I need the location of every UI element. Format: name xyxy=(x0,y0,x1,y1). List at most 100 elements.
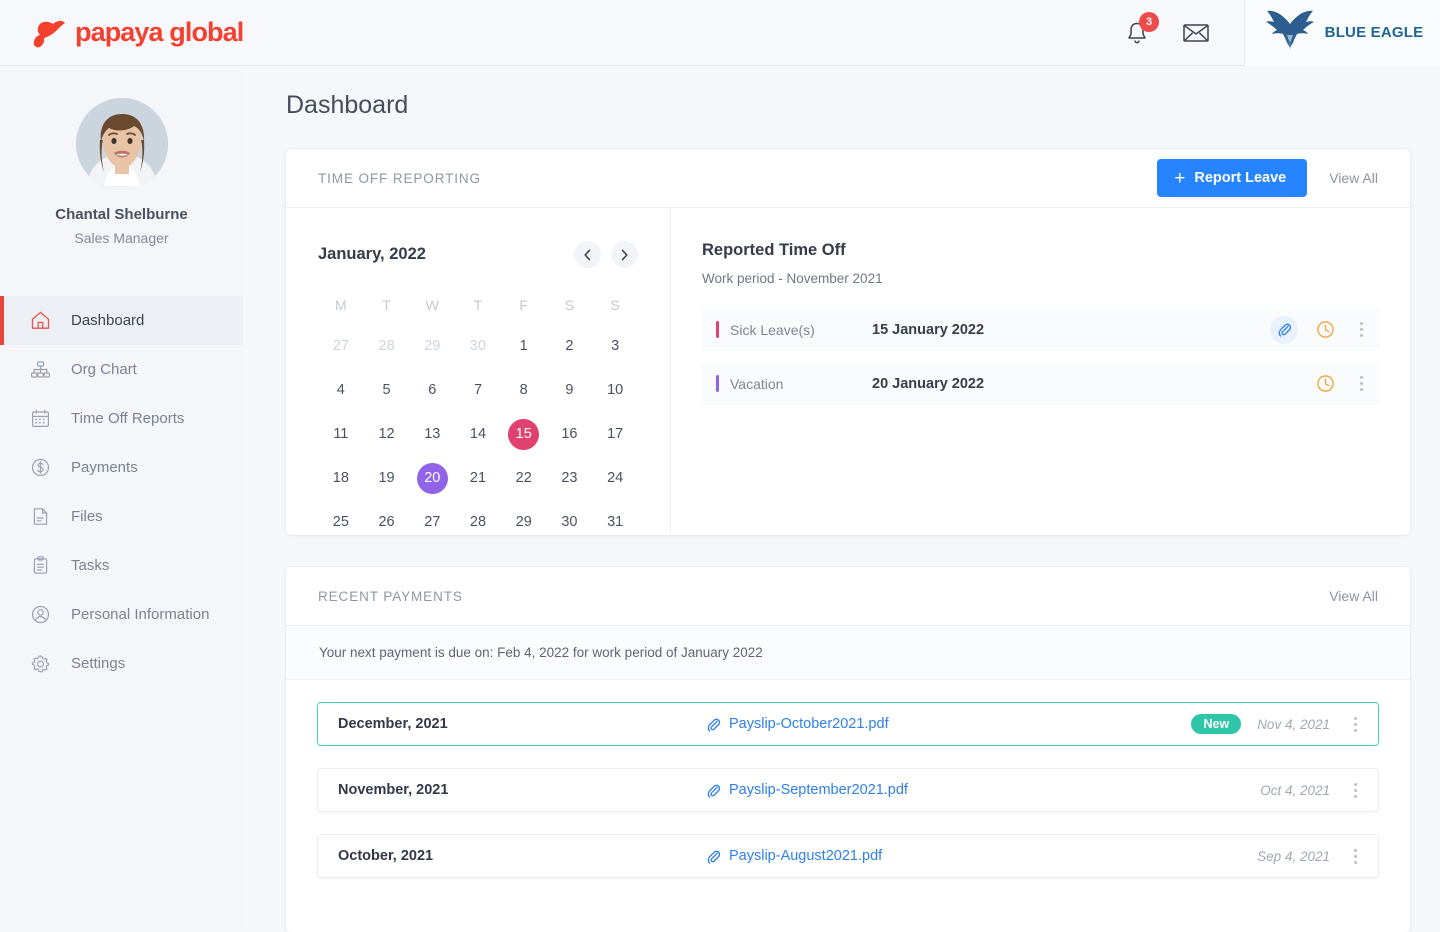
calendar-day-number: 7 xyxy=(462,375,493,406)
leave-date: 15 January 2022 xyxy=(872,322,984,338)
sidebar-item-personal-information[interactable]: Personal Information xyxy=(0,590,243,639)
dollar-coin-icon xyxy=(30,457,51,478)
calendar-day-number: 26 xyxy=(371,507,402,538)
notifications-button[interactable]: 3 xyxy=(1122,18,1152,48)
calendar-day-of-week: T xyxy=(455,290,501,320)
kebab-menu-icon[interactable] xyxy=(1346,779,1364,801)
calendar-next-button[interactable] xyxy=(611,241,638,268)
calendar-day-of-week: W xyxy=(409,290,455,320)
calendar-day[interactable]: 24 xyxy=(592,460,638,496)
calendar-day[interactable]: 28 xyxy=(364,328,410,364)
calendar-day[interactable]: 23 xyxy=(547,460,593,496)
reported-time-off-row[interactable]: Sick Leave(s)15 January 2022 xyxy=(702,308,1380,351)
sidebar-item-tasks[interactable]: Tasks xyxy=(0,541,243,590)
calendar-day[interactable]: 12 xyxy=(364,416,410,452)
calendar-day-number: 4 xyxy=(325,375,356,406)
calendar-day[interactable]: 16 xyxy=(547,416,593,452)
calendar-day[interactable]: 9 xyxy=(547,372,593,408)
calendar-day[interactable]: 25 xyxy=(318,504,364,540)
calendar-day[interactable]: 27 xyxy=(409,504,455,540)
kebab-menu-icon[interactable] xyxy=(1352,319,1370,341)
calendar-day[interactable]: 13 xyxy=(409,416,455,452)
calendar-day[interactable]: 27 xyxy=(318,328,364,364)
calendar-day[interactable]: 8 xyxy=(501,372,547,408)
calendar-day[interactable]: 28 xyxy=(455,504,501,540)
sidebar-item-payments[interactable]: Payments xyxy=(0,443,243,492)
payment-row[interactable]: October, 2021Payslip-August2021.pdfSep 4… xyxy=(317,834,1379,878)
calendar-day[interactable]: 7 xyxy=(455,372,501,408)
payment-row-meta: Sep 4, 2021 xyxy=(1257,845,1364,867)
calendar-day[interactable]: 30 xyxy=(455,328,501,364)
reported-time-off-row[interactable]: Vacation20 January 2022 xyxy=(702,362,1380,405)
messages-button[interactable] xyxy=(1182,19,1210,47)
calendar-day[interactable]: 2 xyxy=(547,328,593,364)
calendar-day[interactable]: 26 xyxy=(364,504,410,540)
calendar-day-number: 28 xyxy=(371,331,402,362)
calendar-day[interactable]: 20 xyxy=(409,460,455,496)
page-title: Dashboard xyxy=(286,91,1440,120)
calendar-day-number: 6 xyxy=(417,375,448,406)
calendar-day[interactable]: 11 xyxy=(318,416,364,452)
pending-status-button[interactable] xyxy=(1314,319,1336,341)
calendar-day[interactable]: 5 xyxy=(364,372,410,408)
reported-row-actions xyxy=(1270,316,1370,344)
calendar-day-number: 29 xyxy=(508,507,539,538)
calendar-day[interactable]: 22 xyxy=(501,460,547,496)
calendar-day-number: 30 xyxy=(462,331,493,362)
tenant-logo[interactable]: BLUE EAGLE xyxy=(1244,0,1440,66)
papaya-global-logo[interactable]: papaya global xyxy=(32,17,243,48)
calendar-day-number: 19 xyxy=(371,463,402,494)
calendar-day[interactable]: 6 xyxy=(409,372,455,408)
calendar-prev-button[interactable] xyxy=(574,241,601,268)
kebab-menu-icon[interactable] xyxy=(1352,373,1370,395)
time-off-body: January, 2022 M xyxy=(286,208,1410,535)
calendar-day[interactable]: 15 xyxy=(501,416,547,452)
payslip-link[interactable]: Payslip-October2021.pdf xyxy=(706,716,889,732)
calendar-day[interactable]: 14 xyxy=(455,416,501,452)
calendar-day-number: 30 xyxy=(554,507,585,538)
calendar-day[interactable]: 29 xyxy=(409,328,455,364)
kebab-menu-icon[interactable] xyxy=(1346,845,1364,867)
report-leave-button[interactable]: + Report Leave xyxy=(1157,159,1307,197)
attachment-button[interactable] xyxy=(1270,316,1298,344)
payslip-link[interactable]: Payslip-September2021.pdf xyxy=(706,782,908,798)
avatar[interactable] xyxy=(76,98,168,190)
calendar-day[interactable]: 1 xyxy=(501,328,547,364)
payments-card-header: RECENT PAYMENTS View All xyxy=(286,567,1410,626)
calendar-day[interactable]: 19 xyxy=(364,460,410,496)
sidebar-item-org-chart[interactable]: Org Chart xyxy=(0,345,243,394)
kebab-menu-icon[interactable] xyxy=(1346,713,1364,735)
calendar-day-number: 3 xyxy=(600,331,631,362)
calendar-day[interactable]: 4 xyxy=(318,372,364,408)
calendar-day[interactable]: 31 xyxy=(592,504,638,540)
calendar-day[interactable]: 29 xyxy=(501,504,547,540)
sidebar-item-label: Dashboard xyxy=(71,312,144,329)
pending-status-button[interactable] xyxy=(1314,373,1336,395)
time-off-view-all-link[interactable]: View All xyxy=(1329,170,1378,186)
brand-name: papaya global xyxy=(75,17,243,48)
sidebar-item-time-off-reports[interactable]: Time Off Reports xyxy=(0,394,243,443)
calendar-day[interactable]: 30 xyxy=(547,504,593,540)
payment-row[interactable]: November, 2021Payslip-September2021.pdfO… xyxy=(317,768,1379,812)
sidebar-item-dashboard[interactable]: Dashboard xyxy=(0,296,243,345)
leave-type-color-bar xyxy=(716,375,719,392)
payment-row[interactable]: December, 2021Payslip-October2021.pdfNew… xyxy=(317,702,1379,746)
calendar-day[interactable]: 10 xyxy=(592,372,638,408)
reported-time-off-title: Reported Time Off xyxy=(702,241,1380,260)
payments-view-all-link[interactable]: View All xyxy=(1329,588,1378,604)
payslip-link[interactable]: Payslip-August2021.pdf xyxy=(706,848,882,864)
chevron-left-icon xyxy=(583,249,592,261)
payments-card-title: RECENT PAYMENTS xyxy=(318,589,463,604)
calendar-day[interactable]: 3 xyxy=(592,328,638,364)
sidebar-item-settings[interactable]: Settings xyxy=(0,639,243,688)
calendar-day-number: 29 xyxy=(417,331,448,362)
calendar-day[interactable]: 17 xyxy=(592,416,638,452)
calendar-day[interactable]: 18 xyxy=(318,460,364,496)
payslip-file-name: Payslip-September2021.pdf xyxy=(729,782,908,798)
calendar-day-number: 27 xyxy=(325,331,356,362)
clock-icon xyxy=(1316,374,1335,393)
calendar-day[interactable]: 21 xyxy=(455,460,501,496)
calendar-day-number: 9 xyxy=(554,375,585,406)
sidebar-item-files[interactable]: Files xyxy=(0,492,243,541)
sidebar-item-label: Settings xyxy=(71,655,125,672)
